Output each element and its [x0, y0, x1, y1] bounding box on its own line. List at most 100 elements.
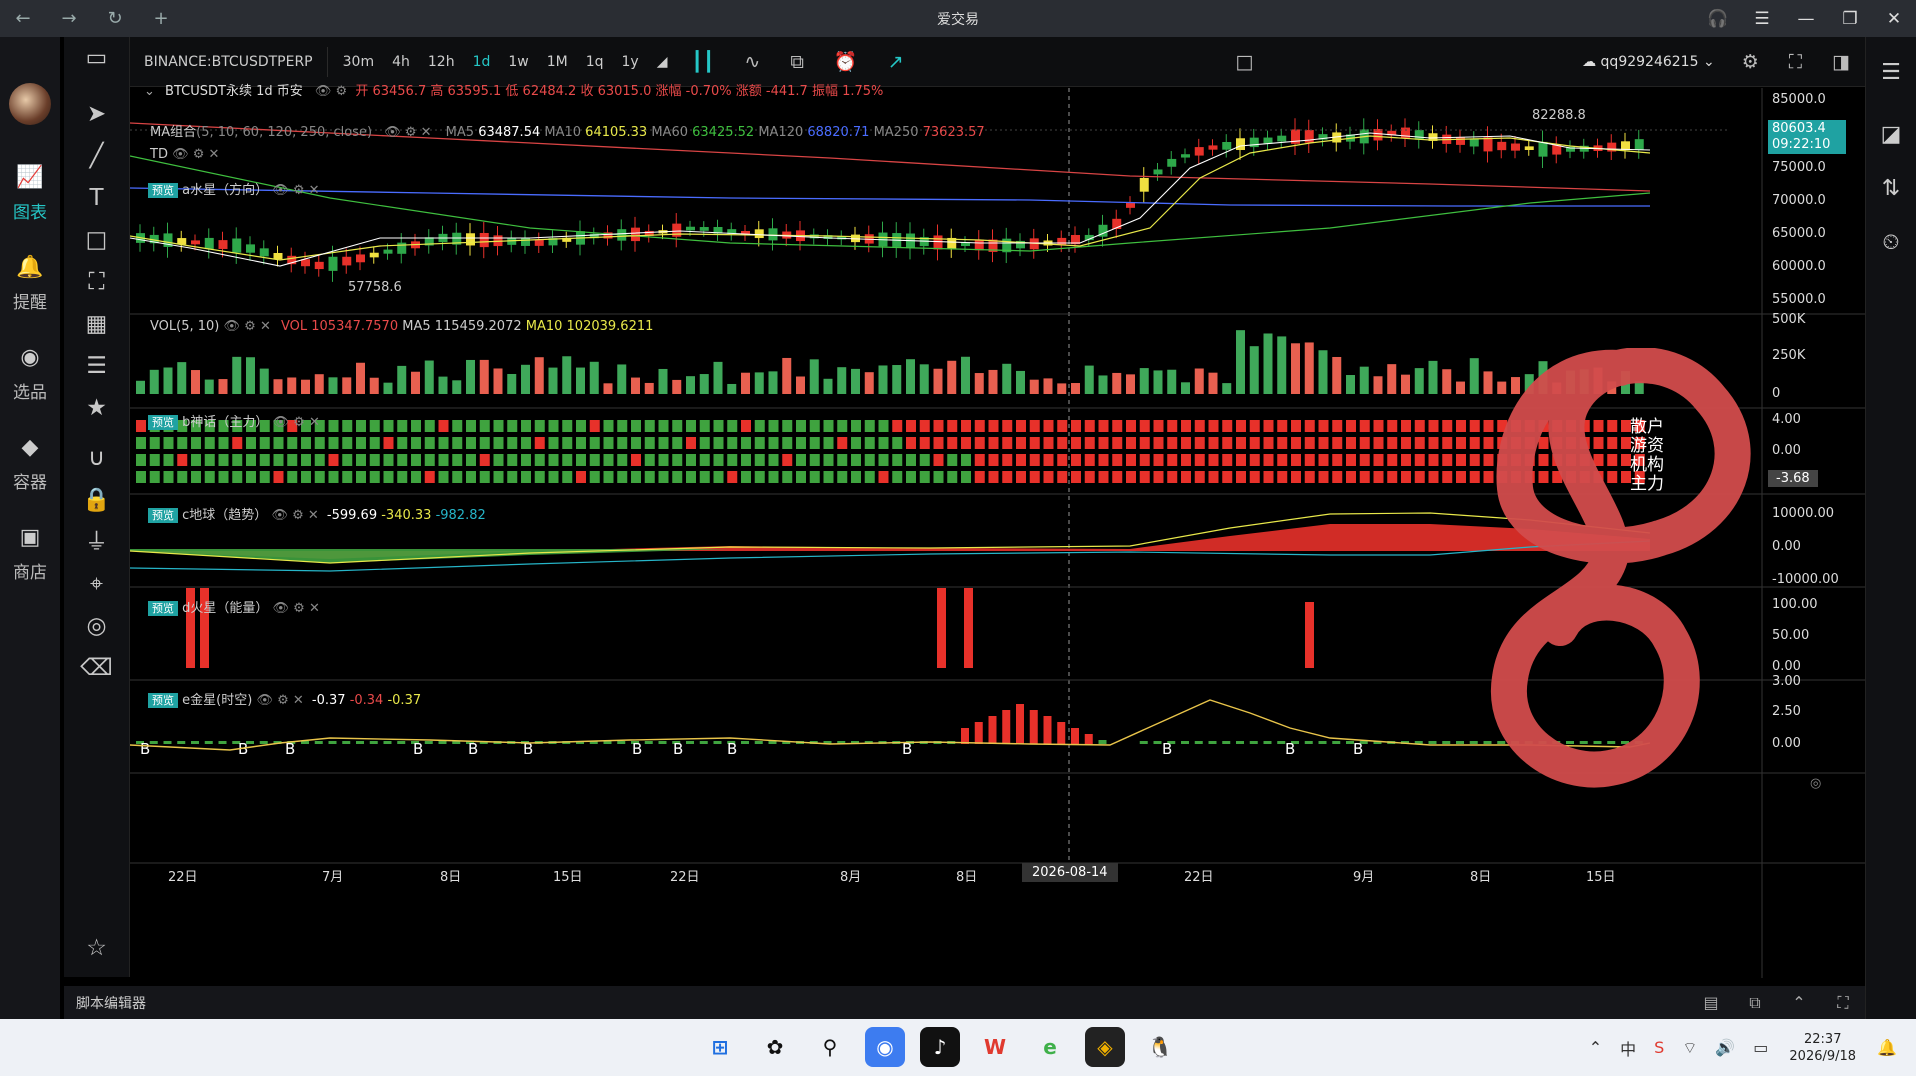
user-menu[interactable]: ☁ qq929246215 ⌄: [1570, 54, 1727, 70]
qq-icon[interactable]: 🐧: [1140, 1027, 1180, 1067]
crop-tool-icon[interactable]: ⛶: [77, 261, 117, 303]
ime-icon[interactable]: 中: [1620, 1036, 1636, 1060]
timeframe-1y[interactable]: 1y: [613, 54, 648, 70]
line-tool-icon[interactable]: ╱: [77, 135, 117, 177]
cursor-icon[interactable]: ➤: [77, 93, 117, 135]
settings-icon[interactable]: ⚙: [1727, 51, 1774, 73]
sidebar-item-selector[interactable]: ◉ 选品: [13, 341, 47, 404]
volume-bar: [589, 361, 599, 394]
b-grid-cell: [809, 454, 820, 466]
timeframe-dropdown-icon[interactable]: ◢: [648, 54, 677, 70]
trade-icon[interactable]: ⇅: [1873, 171, 1909, 207]
td-controls[interactable]: 👁 ⚙ ✕: [172, 147, 219, 162]
detail-icon[interactable]: ◪: [1873, 117, 1909, 153]
timeframe-1M[interactable]: 1M: [538, 54, 577, 70]
sidebar-item-store[interactable]: ▣ 商店: [13, 521, 47, 584]
panel-toggle-icon[interactable]: ▭: [77, 37, 117, 79]
wifi-icon[interactable]: ⌔: [1682, 1038, 1697, 1058]
battery-icon[interactable]: ▭: [1753, 1038, 1768, 1057]
chat-app-icon[interactable]: ◉: [865, 1027, 905, 1067]
side-panel-icon[interactable]: ◨: [1817, 51, 1865, 73]
layout-icon[interactable]: □: [1220, 51, 1268, 73]
text-tool-icon[interactable]: T: [77, 177, 117, 219]
eye-icon[interactable]: 👁 ⚙ ✕: [384, 125, 431, 140]
timeframe-1w[interactable]: 1w: [499, 54, 537, 70]
sidebar-item-container[interactable]: ◆ 容器: [13, 431, 47, 494]
clock[interactable]: 22:37 2026/9/18: [1789, 1031, 1856, 1065]
candle-type-icon[interactable]: ┃┃: [677, 51, 730, 73]
restore-icon[interactable]: ❐: [1828, 9, 1872, 29]
popout-icon[interactable]: ⧉: [1733, 993, 1777, 1013]
timeframe-1q[interactable]: 1q: [577, 54, 613, 70]
b-controls[interactable]: 👁 ⚙ ✕: [273, 415, 320, 430]
compare-icon[interactable]: ⧉: [775, 51, 819, 73]
menu-icon[interactable]: ☰: [1740, 9, 1784, 29]
timeframe-12h[interactable]: 12h: [419, 54, 464, 70]
history-icon[interactable]: ⏲: [1873, 225, 1909, 261]
chevron-up-icon[interactable]: ⌃: [1777, 993, 1821, 1013]
timeframe-4h[interactable]: 4h: [383, 54, 419, 70]
collapse-chevron-icon[interactable]: ⌄: [144, 84, 155, 99]
hide-icon[interactable]: ◎: [77, 605, 117, 647]
magnet-icon[interactable]: ∪: [77, 437, 117, 479]
time-tick: 22日: [168, 870, 198, 885]
symbol-selector[interactable]: BINANCE:BTCUSDTPERP: [130, 46, 328, 77]
favorite-icon[interactable]: ☆: [77, 927, 117, 969]
b-grid-cell: [1222, 420, 1233, 432]
rectangle-tool-icon[interactable]: □: [77, 219, 117, 261]
target-icon[interactable]: ⌖: [77, 563, 117, 605]
settings-small-icon[interactable]: ⚙: [336, 84, 348, 99]
d-controls[interactable]: 👁 ⚙ ✕: [273, 601, 320, 616]
start-icon[interactable]: ⊞: [700, 1027, 740, 1067]
b-grid-cell: [1304, 437, 1315, 449]
b-grid-cell: [149, 454, 160, 466]
timeframe-1d[interactable]: 1d: [464, 54, 500, 70]
refresh-icon[interactable]: ↻: [92, 8, 138, 29]
watchlist-icon[interactable]: ☰: [1873, 55, 1909, 91]
fullscreen-icon[interactable]: ⛶: [1774, 51, 1817, 73]
filter-icon[interactable]: ⏚: [77, 521, 117, 563]
headset-icon[interactable]: 🎧: [1696, 9, 1740, 29]
notification-icon[interactable]: 🔔: [1877, 1038, 1897, 1057]
forward-icon[interactable]: →: [46, 8, 92, 29]
eraser-icon[interactable]: ⌫: [77, 647, 117, 689]
tray-app-icon[interactable]: S: [1654, 1038, 1664, 1057]
sidebar-item-chart[interactable]: 📈 图表: [13, 161, 47, 224]
back-icon[interactable]: ←: [0, 8, 46, 29]
wps-icon[interactable]: W: [975, 1027, 1015, 1067]
indicator-icon[interactable]: ∿: [729, 51, 775, 73]
volume-icon[interactable]: 🔊: [1715, 1038, 1735, 1057]
close-icon[interactable]: ✕: [1872, 9, 1916, 29]
tiktok-icon[interactable]: ♪: [920, 1027, 960, 1067]
eye-icon[interactable]: 👁: [315, 84, 332, 99]
alert-clock-icon[interactable]: ⏰: [819, 50, 873, 73]
app-launcher-icon[interactable]: ✿: [755, 1027, 795, 1067]
search-icon[interactable]: ⚲: [810, 1027, 850, 1067]
b-grid-cell: [1373, 437, 1384, 449]
maximize-icon[interactable]: ⛶: [1821, 993, 1865, 1013]
panel-icon[interactable]: ▤: [1689, 993, 1733, 1013]
script-editor-label[interactable]: 脚本编辑器: [76, 993, 146, 1013]
chart-area[interactable]: BBBBBBBBBBBBB ⌄ BTCUSDT永续 1d 币安 👁 ⚙ 开 63…: [130, 84, 1865, 978]
lock-icon[interactable]: 🔒: [77, 479, 117, 521]
fib-tool-icon[interactable]: ☰: [77, 345, 117, 387]
star-tool-icon[interactable]: ★: [77, 387, 117, 429]
e-controls[interactable]: 👁 ⚙ ✕: [256, 693, 303, 708]
avatar[interactable]: [9, 83, 51, 125]
new-tab-icon[interactable]: +: [138, 8, 184, 29]
tray-chevron-icon[interactable]: ⌃: [1589, 1038, 1602, 1057]
minimize-icon[interactable]: —: [1784, 9, 1828, 29]
volume-bar: [741, 372, 750, 394]
trading-app-icon[interactable]: ◈: [1085, 1027, 1125, 1067]
timeframe-30m[interactable]: 30m: [334, 54, 383, 70]
b-grid-cell: [342, 437, 353, 449]
axis-settings-icon[interactable]: ◎: [1810, 776, 1821, 791]
grid-tool-icon[interactable]: ▦: [77, 303, 117, 345]
c-controls[interactable]: 👁 ⚙ ✕: [271, 508, 318, 523]
browser-icon[interactable]: e: [1030, 1027, 1070, 1067]
a-controls[interactable]: 👁 ⚙ ✕: [272, 183, 319, 198]
ohlc-chg: 涨额 -441.7: [735, 84, 808, 99]
strategy-icon[interactable]: ↗: [873, 51, 919, 73]
sidebar-item-alert[interactable]: 🔔 提醒: [13, 251, 47, 314]
vol-controls[interactable]: 👁 ⚙ ✕: [224, 319, 271, 334]
